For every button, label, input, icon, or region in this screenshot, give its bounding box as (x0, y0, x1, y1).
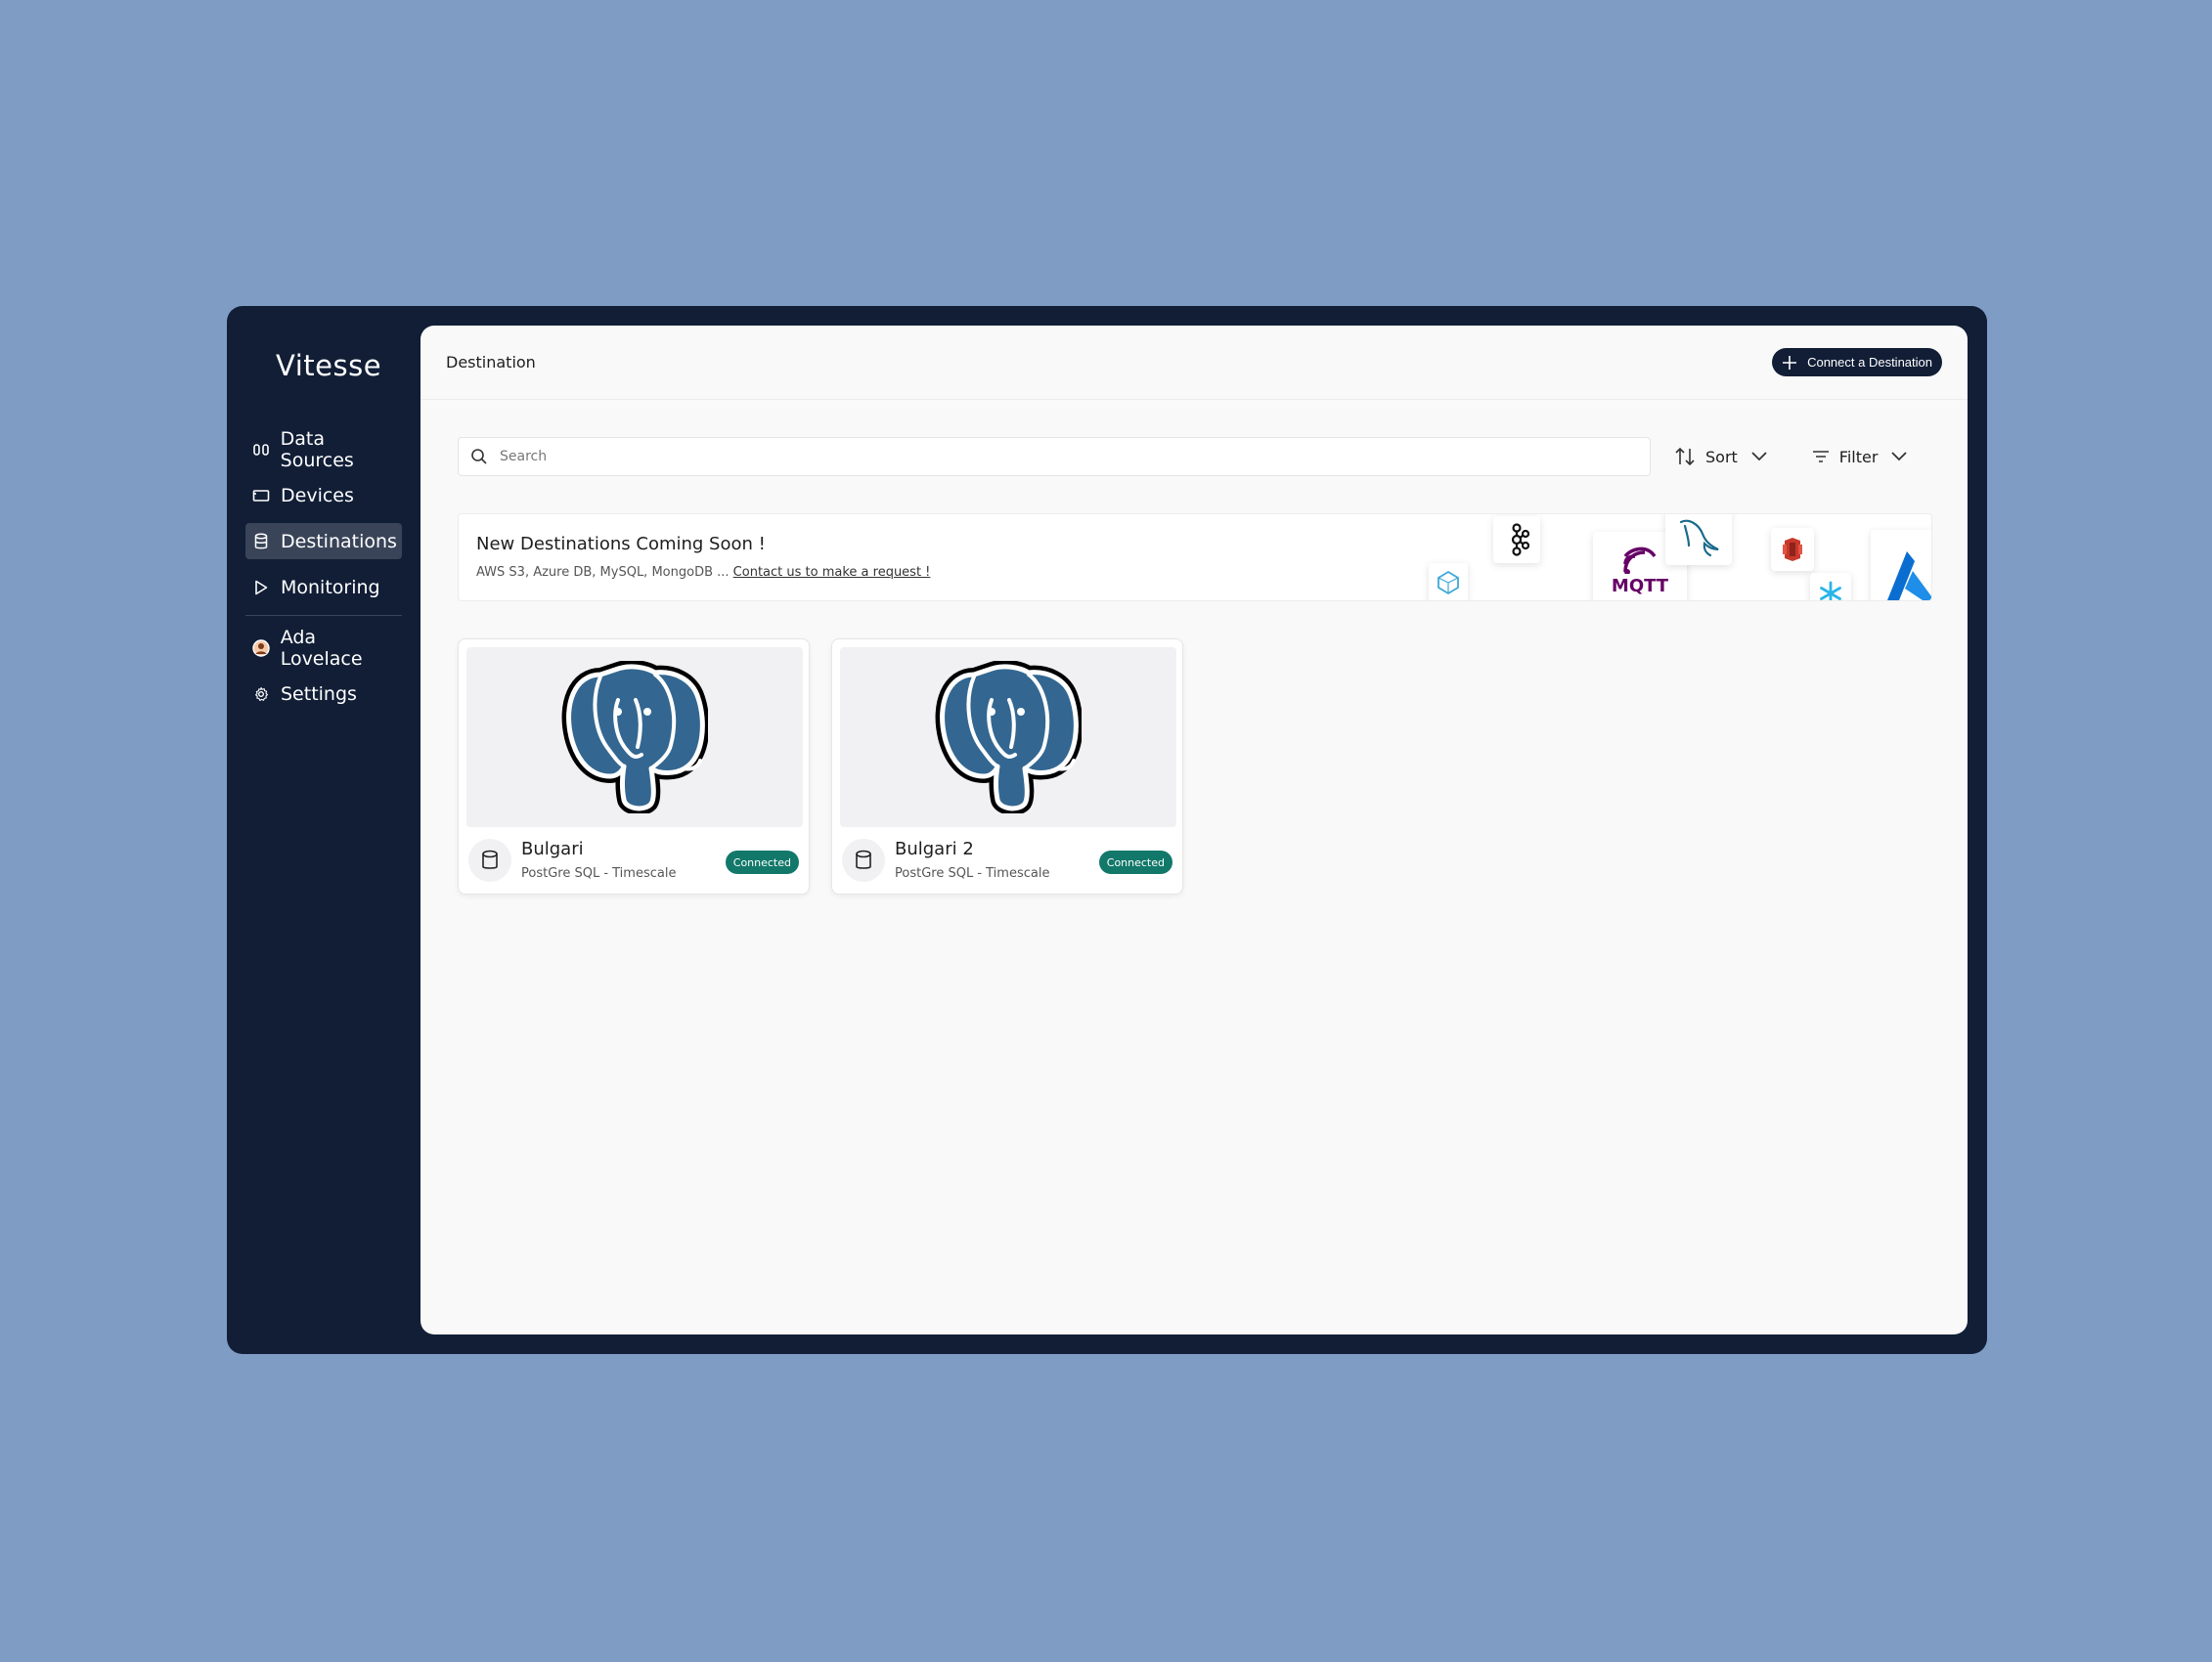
status-badge: Connected (725, 851, 799, 874)
sidebar-item-label: Ada Lovelace (280, 626, 363, 670)
cube-logo (1429, 563, 1468, 600)
destination-name: Bulgari (521, 839, 584, 859)
sort-button[interactable]: Sort (1674, 447, 1767, 466)
play-icon (251, 578, 271, 597)
sidebar-nav: Data Sources Devices Destinations Monito… (245, 428, 402, 722)
sidebar-item-data-sources[interactable]: Data Sources (245, 428, 402, 471)
main-panel: Destination Connect a Destination Sort (420, 326, 1968, 1334)
sidebar-divider (245, 615, 402, 616)
destination-type: PostGre SQL - Timescale (895, 866, 1050, 881)
page-title: Destination (446, 353, 536, 372)
contact-request-link[interactable]: Contact us to make a request ! (733, 565, 931, 580)
kafka-logo (1493, 516, 1540, 563)
chevron-down-icon (1751, 452, 1767, 461)
search-icon (470, 448, 488, 465)
filter-button[interactable]: Filter (1812, 448, 1908, 466)
toolbar: Sort Filter (458, 437, 1944, 476)
sidebar-item-label: Monitoring (281, 576, 380, 598)
destination-card[interactable]: Bulgari PostGre SQL - Timescale Connecte… (458, 638, 810, 895)
devices-icon (251, 486, 271, 505)
banner-subtitle-text: AWS S3, Azure DB, MySQL, MongoDB ... (476, 565, 730, 580)
sidebar-item-label: Settings (281, 682, 357, 705)
sidebar-item-monitoring[interactable]: Monitoring (245, 569, 402, 605)
search-box (458, 437, 1651, 476)
destination-name: Bulgari 2 (895, 839, 974, 859)
filter-label: Filter (1838, 447, 1879, 466)
sidebar-item-devices[interactable]: Devices (245, 477, 402, 513)
sidebar-item-user[interactable]: Ada Lovelace (245, 627, 402, 670)
destination-list: Bulgari PostGre SQL - Timescale Connecte… (458, 638, 1183, 895)
card-footer: Bulgari PostGre SQL - Timescale Connecte… (466, 827, 801, 888)
sidebar-item-label: Devices (281, 484, 354, 506)
destination-card[interactable]: Bulgari 2 PostGre SQL - Timescale Connec… (831, 638, 1183, 895)
azure-logo (1871, 530, 1931, 600)
chevron-down-icon (1891, 452, 1908, 461)
sidebar-item-destinations[interactable]: Destinations (245, 523, 402, 559)
plus-icon (1782, 355, 1797, 371)
banner-title: New Destinations Coming Soon ! (476, 534, 766, 554)
sort-label: Sort (1705, 447, 1738, 466)
database-icon (251, 532, 271, 551)
snowflake-logo (1810, 573, 1851, 600)
status-badge: Connected (1098, 851, 1172, 874)
data-sources-icon (251, 440, 271, 459)
connect-destination-button[interactable]: Connect a Destination (1772, 348, 1942, 376)
coming-soon-banner: New Destinations Coming Soon ! AWS S3, A… (458, 513, 1932, 601)
page-header: Destination Connect a Destination (420, 326, 1968, 400)
app-window: Vitesse Data Sources Devices Destination… (227, 306, 1987, 1354)
postgresql-logo (466, 647, 803, 827)
filter-icon (1812, 450, 1830, 463)
sidebar-item-label: Data Sources (280, 427, 354, 471)
card-footer: Bulgari 2 PostGre SQL - Timescale Connec… (840, 827, 1174, 888)
brand-logo: Vitesse (276, 349, 382, 382)
postgresql-logo (840, 647, 1176, 827)
database-icon (842, 839, 885, 882)
sidebar-item-label: Destinations (281, 530, 397, 552)
search-input[interactable] (500, 449, 1624, 464)
mysql-logo (1665, 514, 1732, 565)
sidebar-item-settings[interactable]: Settings (245, 676, 402, 712)
sort-icon (1674, 447, 1696, 466)
gear-icon (251, 684, 271, 704)
connect-destination-label: Connect a Destination (1807, 355, 1932, 370)
database-icon (468, 839, 511, 882)
aws-s3-logo (1771, 528, 1814, 571)
banner-subtitle: AWS S3, Azure DB, MySQL, MongoDB ... Con… (476, 565, 930, 580)
avatar-icon (251, 638, 271, 658)
destination-type: PostGre SQL - Timescale (521, 866, 677, 881)
mqtt-logo-text: MQTT (1611, 575, 1669, 596)
